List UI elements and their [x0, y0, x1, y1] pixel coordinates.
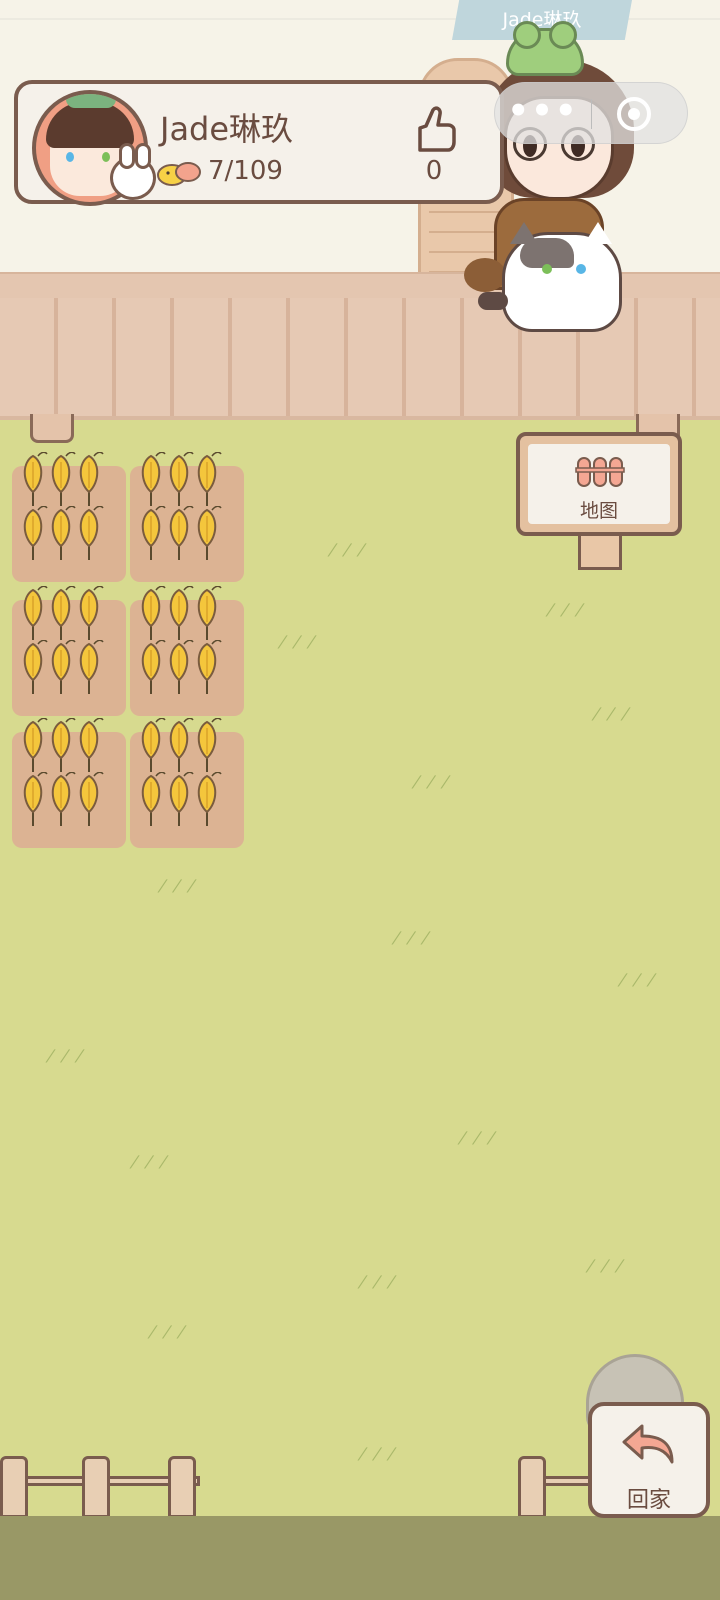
avatar-eye	[66, 152, 74, 162]
grass-tuft: / / /	[590, 704, 634, 723]
wheat-crop	[79, 772, 104, 826]
wheat-crop	[197, 506, 222, 560]
avatar-hat-leaves	[66, 94, 116, 108]
basket	[464, 258, 506, 292]
grass-tuft: / / /	[128, 1152, 172, 1171]
crop-plot[interactable]	[130, 718, 244, 848]
capsule-divider	[591, 99, 592, 129]
grass-tuft: / / /	[276, 632, 320, 651]
cat-eye	[542, 264, 552, 274]
grass-tuft: / / /	[544, 600, 588, 619]
map-label: 地图	[579, 500, 618, 522]
crop-plot[interactable]	[130, 452, 244, 582]
grass-tuft: / / /	[584, 1256, 628, 1275]
fence-post	[518, 1456, 546, 1518]
grass-tuft: / / /	[356, 1272, 400, 1291]
grass-tuft: / / /	[616, 970, 660, 989]
fence-post	[168, 1456, 196, 1518]
grass-tuft: / / /	[456, 1128, 500, 1147]
wheat-crop	[197, 586, 222, 640]
bunny-icon	[110, 143, 156, 200]
home-label: 回家	[626, 1488, 671, 1513]
fence-post	[0, 1456, 28, 1518]
record-icon[interactable]	[617, 97, 651, 131]
grass-tuft: / / /	[156, 876, 200, 895]
grass-tuft: / / /	[410, 772, 454, 791]
wheat-crop	[197, 718, 222, 772]
wheat-crop	[79, 718, 104, 772]
grass-tuft: / / /	[390, 928, 434, 947]
cat-tail	[478, 292, 508, 310]
wall-leg	[30, 414, 74, 443]
return-arrow-icon	[622, 1424, 674, 1464]
player-name: Jade琳玖	[160, 110, 294, 148]
player-profile-card[interactable]: Jade琳玖 7/109 0	[14, 80, 504, 206]
grass-tuft: / / /	[146, 1322, 190, 1341]
wheat-crop	[197, 640, 222, 694]
signpost-board: 地图	[516, 432, 682, 536]
grass-tuft: / / /	[44, 1046, 88, 1065]
frog-hat	[506, 21, 584, 76]
bottom-ground-strip	[0, 1516, 720, 1600]
fence-post	[82, 1456, 110, 1518]
home-button[interactable]: 回家	[588, 1402, 710, 1518]
grass-tuft: / / /	[326, 540, 370, 559]
cat-ear	[510, 222, 538, 244]
wheat-crop	[79, 506, 104, 560]
fence-map-icon	[575, 457, 625, 487]
map-button[interactable]: 地图	[516, 432, 682, 570]
exp-progress-text: 7/109	[208, 156, 283, 186]
wheat-crop	[79, 452, 104, 506]
wheat-crop	[197, 772, 222, 826]
thumbs-up-icon[interactable]	[410, 104, 458, 154]
avatar-hair	[46, 102, 134, 148]
crop-plot[interactable]	[130, 586, 244, 716]
wheat-crop	[79, 586, 104, 640]
cat-eye	[576, 264, 586, 274]
wheat-crop	[79, 640, 104, 694]
crop-plot[interactable]	[12, 586, 126, 716]
signpost-panel: 地图	[528, 444, 670, 524]
wheat-crop	[197, 452, 222, 506]
cat-ear	[584, 222, 612, 244]
cat-character[interactable]	[478, 222, 622, 340]
avatar-eye	[102, 152, 110, 162]
more-icon[interactable]: •••	[495, 83, 591, 145]
crop-plot[interactable]	[12, 452, 126, 582]
chick-exp-icon	[157, 162, 201, 186]
crop-plot[interactable]	[12, 718, 126, 848]
grass-tuft: / / /	[356, 1444, 400, 1463]
like-count: 0	[425, 156, 443, 186]
miniprogram-capsule: •••	[494, 82, 688, 144]
